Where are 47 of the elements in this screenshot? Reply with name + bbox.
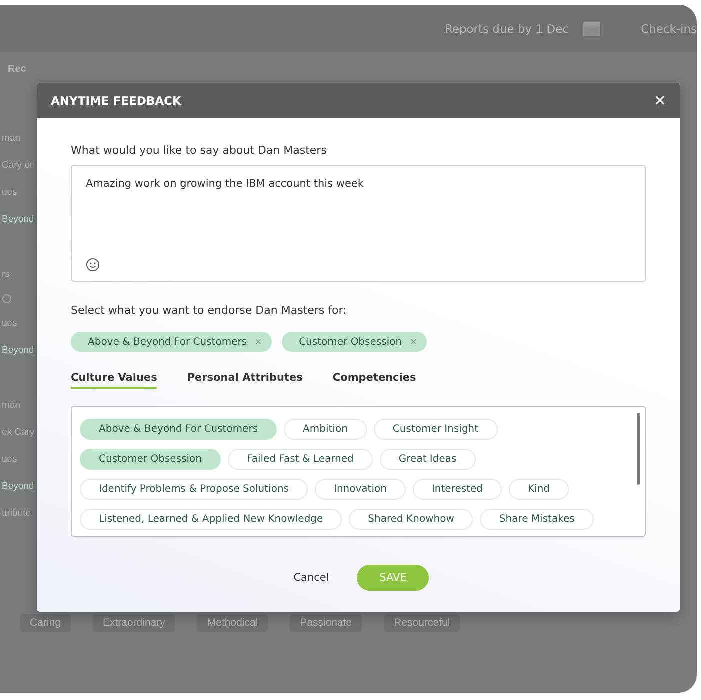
feedback-text: ek Cary xyxy=(2,426,35,440)
value-chip[interactable]: Above & Beyond For Customers xyxy=(80,419,278,440)
close-button[interactable]: × xyxy=(654,90,666,110)
value-tag: Beyond xyxy=(2,343,34,358)
category-tab[interactable]: Competencies xyxy=(332,372,416,389)
value-chip[interactable]: Share Mistakes xyxy=(480,509,594,530)
value-tag: Beyond xyxy=(2,479,34,494)
attribute-tag: Passionate xyxy=(290,614,362,632)
value-chip[interactable]: Listened, Learned & Applied New Knowledge xyxy=(80,509,342,530)
calendar-icon[interactable] xyxy=(582,20,601,36)
attribute-tag: Extraordinary xyxy=(92,614,176,632)
attribute-tag: Methodical xyxy=(197,614,268,632)
section-label: Rec xyxy=(8,64,26,75)
value-chip[interactable]: Kind xyxy=(509,479,570,500)
feedback-text: man xyxy=(2,132,20,146)
value-tag: Beyond xyxy=(2,212,34,227)
endorse-label: Select what you want to endorse Dan Masters for: xyxy=(71,304,348,317)
cancel-button[interactable]: Cancel xyxy=(288,571,336,585)
value-chip[interactable]: Shared Knowhow xyxy=(349,509,474,530)
reports-due-text: Reports due by 1 Dec xyxy=(444,22,569,36)
smiley-icon[interactable] xyxy=(86,258,100,272)
feedback-text: Cary on xyxy=(2,159,36,173)
feedback-text: man xyxy=(2,399,20,413)
value-chip[interactable]: Great Ideas xyxy=(380,449,476,470)
question-label: What would you like to say about Dan Masters xyxy=(71,144,328,157)
value-chip[interactable]: Identify Problems & Propose Solutions xyxy=(80,479,308,500)
circle-icon xyxy=(2,294,12,304)
feedback-text: ttribute xyxy=(2,507,32,521)
category-tab[interactable]: Personal Attributes xyxy=(187,372,303,389)
feedback-text: ues xyxy=(2,453,18,467)
feedback-text: ues xyxy=(2,317,18,331)
endorsement-chip: Above & Beyond For Customers × xyxy=(71,332,272,352)
endorsement-chip: Customer Obsession × xyxy=(282,332,428,352)
message-field[interactable]: Amazing work on growing the IBM account this week xyxy=(71,165,646,282)
feedback-text: rs xyxy=(2,268,10,282)
attribute-tag: Resourceful xyxy=(384,614,460,632)
category-tab[interactable]: Culture Values xyxy=(71,372,158,389)
value-chip[interactable]: Innovation xyxy=(315,479,406,500)
dialog-title: ANYTIME FEEDBACK xyxy=(51,94,182,108)
value-chip[interactable]: Ambition xyxy=(284,419,367,440)
feedback-text: ues xyxy=(2,186,18,200)
attribute-tag: Caring xyxy=(20,614,71,632)
value-chip[interactable]: Interested xyxy=(412,479,502,500)
scrollbar-thumb[interactable] xyxy=(637,413,640,485)
value-chip[interactable]: Customer Insight xyxy=(374,419,498,440)
value-chip[interactable]: Failed Fast & Learned xyxy=(228,449,373,470)
value-chip[interactable]: Customer Obsession xyxy=(80,449,221,470)
